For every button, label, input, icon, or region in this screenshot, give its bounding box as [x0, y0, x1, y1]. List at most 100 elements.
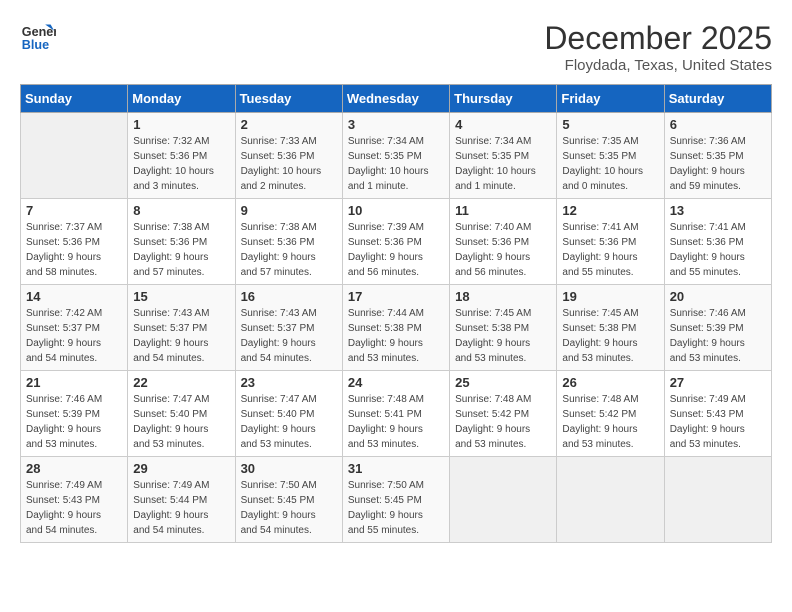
calendar-cell: 18 Sunrise: 7:45 AM Sunset: 5:38 PM Dayli… — [450, 285, 557, 371]
title-section: December 2025 Floydada, Texas, United St… — [544, 20, 772, 74]
day-info: Sunrise: 7:43 AM Sunset: 5:37 PM Dayligh… — [241, 306, 337, 366]
day-info: Sunrise: 7:50 AM Sunset: 5:45 PM Dayligh… — [348, 478, 444, 538]
day-number: 3 — [348, 117, 444, 132]
calendar-cell: 30 Sunrise: 7:50 AM Sunset: 5:45 PM Dayli… — [235, 457, 342, 543]
day-info: Sunrise: 7:33 AM Sunset: 5:36 PM Dayligh… — [241, 134, 337, 194]
calendar-cell: 25 Sunrise: 7:48 AM Sunset: 5:42 PM Dayli… — [450, 371, 557, 457]
page-header: General Blue December 2025 Floydada, Tex… — [20, 20, 772, 74]
day-info: Sunrise: 7:47 AM Sunset: 5:40 PM Dayligh… — [241, 392, 337, 452]
calendar-cell: 26 Sunrise: 7:48 AM Sunset: 5:42 PM Dayli… — [557, 371, 664, 457]
calendar-cell: 3 Sunrise: 7:34 AM Sunset: 5:35 PM Daylig… — [342, 113, 449, 199]
day-info: Sunrise: 7:46 AM Sunset: 5:39 PM Dayligh… — [26, 392, 122, 452]
day-info: Sunrise: 7:45 AM Sunset: 5:38 PM Dayligh… — [455, 306, 551, 366]
day-info: Sunrise: 7:41 AM Sunset: 5:36 PM Dayligh… — [670, 220, 766, 280]
day-number: 8 — [133, 203, 229, 218]
calendar-cell: 5Sunrise: 7:35 AM Sunset: 5:35 PM Daylig… — [557, 113, 664, 199]
day-info: Sunrise: 7:49 AM Sunset: 5:43 PM Dayligh… — [26, 478, 122, 538]
calendar-cell — [664, 457, 771, 543]
calendar-cell: 21 Sunrise: 7:46 AM Sunset: 5:39 PM Dayli… — [21, 371, 128, 457]
day-number: 28 — [26, 461, 122, 476]
day-number: 18 — [455, 289, 551, 304]
day-info: Sunrise: 7:42 AM Sunset: 5:37 PM Dayligh… — [26, 306, 122, 366]
day-info: Sunrise: 7:49 AM Sunset: 5:43 PM Dayligh… — [670, 392, 766, 452]
day-info: Sunrise: 7:49 AM Sunset: 5:44 PM Dayligh… — [133, 478, 229, 538]
calendar-cell: 7Sunrise: 7:37 AM Sunset: 5:36 PM Daylig… — [21, 199, 128, 285]
day-info: Sunrise: 7:32 AM Sunset: 5:36 PM Dayligh… — [133, 134, 229, 194]
calendar-week-row: 21 Sunrise: 7:46 AM Sunset: 5:39 PM Dayli… — [21, 371, 772, 457]
day-info: Sunrise: 7:45 AM Sunset: 5:38 PM Dayligh… — [562, 306, 658, 366]
day-number: 12 — [562, 203, 658, 218]
calendar-cell: 23Sunrise: 7:47 AM Sunset: 5:40 PM Dayli… — [235, 371, 342, 457]
calendar-cell: 31 Sunrise: 7:50 AM Sunset: 5:45 PM Dayli… — [342, 457, 449, 543]
day-number: 17 — [348, 289, 444, 304]
day-number: 6 — [670, 117, 766, 132]
day-info: Sunrise: 7:36 AM Sunset: 5:35 PM Dayligh… — [670, 134, 766, 194]
day-number: 24 — [348, 375, 444, 390]
calendar-cell — [450, 457, 557, 543]
header-day: Wednesday — [342, 85, 449, 113]
calendar-header: SundayMondayTuesdayWednesdayThursdayFrid… — [21, 85, 772, 113]
logo: General Blue — [20, 20, 56, 56]
day-info: Sunrise: 7:41 AM Sunset: 5:36 PM Dayligh… — [562, 220, 658, 280]
calendar-body: 1 Sunrise: 7:32 AM Sunset: 5:36 PM Daylig… — [21, 113, 772, 543]
calendar-week-row: 1 Sunrise: 7:32 AM Sunset: 5:36 PM Daylig… — [21, 113, 772, 199]
calendar-cell: 8 Sunrise: 7:38 AM Sunset: 5:36 PM Daylig… — [128, 199, 235, 285]
calendar-cell — [557, 457, 664, 543]
day-number: 9 — [241, 203, 337, 218]
day-number: 19 — [562, 289, 658, 304]
day-info: Sunrise: 7:46 AM Sunset: 5:39 PM Dayligh… — [670, 306, 766, 366]
calendar-cell: 22 Sunrise: 7:47 AM Sunset: 5:40 PM Dayli… — [128, 371, 235, 457]
header-day: Saturday — [664, 85, 771, 113]
day-number: 31 — [348, 461, 444, 476]
calendar-cell: 28 Sunrise: 7:49 AM Sunset: 5:43 PM Dayli… — [21, 457, 128, 543]
header-day: Tuesday — [235, 85, 342, 113]
calendar-cell: 4Sunrise: 7:34 AM Sunset: 5:35 PM Daylig… — [450, 113, 557, 199]
day-number: 25 — [455, 375, 551, 390]
day-info: Sunrise: 7:38 AM Sunset: 5:36 PM Dayligh… — [133, 220, 229, 280]
logo-icon: General Blue — [20, 20, 56, 56]
day-number: 27 — [670, 375, 766, 390]
day-info: Sunrise: 7:44 AM Sunset: 5:38 PM Dayligh… — [348, 306, 444, 366]
calendar-cell: 16Sunrise: 7:43 AM Sunset: 5:37 PM Dayli… — [235, 285, 342, 371]
calendar-cell: 15Sunrise: 7:43 AM Sunset: 5:37 PM Dayli… — [128, 285, 235, 371]
day-number: 13 — [670, 203, 766, 218]
day-number: 30 — [241, 461, 337, 476]
day-info: Sunrise: 7:48 AM Sunset: 5:42 PM Dayligh… — [562, 392, 658, 452]
calendar-cell: 24Sunrise: 7:48 AM Sunset: 5:41 PM Dayli… — [342, 371, 449, 457]
day-number: 22 — [133, 375, 229, 390]
day-info: Sunrise: 7:40 AM Sunset: 5:36 PM Dayligh… — [455, 220, 551, 280]
day-number: 1 — [133, 117, 229, 132]
day-number: 10 — [348, 203, 444, 218]
calendar-cell: 20 Sunrise: 7:46 AM Sunset: 5:39 PM Dayli… — [664, 285, 771, 371]
calendar-week-row: 14 Sunrise: 7:42 AM Sunset: 5:37 PM Dayli… — [21, 285, 772, 371]
day-info: Sunrise: 7:50 AM Sunset: 5:45 PM Dayligh… — [241, 478, 337, 538]
day-number: 11 — [455, 203, 551, 218]
day-number: 14 — [26, 289, 122, 304]
day-number: 21 — [26, 375, 122, 390]
calendar-cell: 19 Sunrise: 7:45 AM Sunset: 5:38 PM Dayli… — [557, 285, 664, 371]
header-day: Sunday — [21, 85, 128, 113]
calendar-cell: 29 Sunrise: 7:49 AM Sunset: 5:44 PM Dayli… — [128, 457, 235, 543]
day-number: 7 — [26, 203, 122, 218]
day-number: 20 — [670, 289, 766, 304]
day-info: Sunrise: 7:47 AM Sunset: 5:40 PM Dayligh… — [133, 392, 229, 452]
day-info: Sunrise: 7:38 AM Sunset: 5:36 PM Dayligh… — [241, 220, 337, 280]
calendar-cell: 1 Sunrise: 7:32 AM Sunset: 5:36 PM Daylig… — [128, 113, 235, 199]
calendar-cell: 27 Sunrise: 7:49 AM Sunset: 5:43 PM Dayli… — [664, 371, 771, 457]
header-row: SundayMondayTuesdayWednesdayThursdayFrid… — [21, 85, 772, 113]
header-day: Monday — [128, 85, 235, 113]
day-info: Sunrise: 7:43 AM Sunset: 5:37 PM Dayligh… — [133, 306, 229, 366]
day-info: Sunrise: 7:34 AM Sunset: 5:35 PM Dayligh… — [348, 134, 444, 194]
day-number: 26 — [562, 375, 658, 390]
day-info: Sunrise: 7:35 AM Sunset: 5:35 PM Dayligh… — [562, 134, 658, 194]
day-info: Sunrise: 7:48 AM Sunset: 5:42 PM Dayligh… — [455, 392, 551, 452]
calendar-cell: 9 Sunrise: 7:38 AM Sunset: 5:36 PM Daylig… — [235, 199, 342, 285]
day-info: Sunrise: 7:39 AM Sunset: 5:36 PM Dayligh… — [348, 220, 444, 280]
day-number: 29 — [133, 461, 229, 476]
calendar-table: SundayMondayTuesdayWednesdayThursdayFrid… — [20, 84, 772, 543]
calendar-week-row: 7Sunrise: 7:37 AM Sunset: 5:36 PM Daylig… — [21, 199, 772, 285]
calendar-cell: 13 Sunrise: 7:41 AM Sunset: 5:36 PM Dayli… — [664, 199, 771, 285]
calendar-cell: 6 Sunrise: 7:36 AM Sunset: 5:35 PM Daylig… — [664, 113, 771, 199]
calendar-cell: 14 Sunrise: 7:42 AM Sunset: 5:37 PM Dayli… — [21, 285, 128, 371]
header-day: Thursday — [450, 85, 557, 113]
